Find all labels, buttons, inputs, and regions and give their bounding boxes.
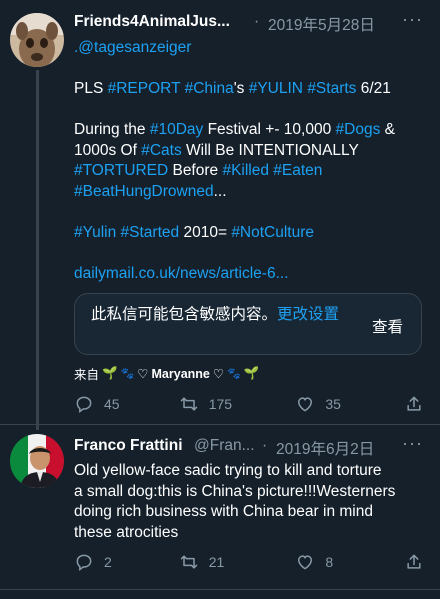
- reply-mention[interactable]: .@tagesanzeiger: [74, 38, 191, 59]
- via-line: 来自 🌱 🐾 ♡ Maryanne ♡ 🐾 🌱: [74, 364, 259, 383]
- tweet-text-segment: Will Be INTENTIONALLY: [181, 141, 359, 159]
- sensitive-notice-message: 此私信可能包含敏感内容。: [91, 306, 278, 323]
- heart-icon: [298, 555, 313, 570]
- sensitive-content-notice: 此私信可能包含敏感内容。更改设置 查看: [74, 293, 422, 355]
- avatar[interactable]: [10, 434, 64, 488]
- heart-circle-icon: ♡: [212, 367, 225, 381]
- sprout-icon: 🌱: [102, 366, 118, 380]
- tweet-divider: [0, 589, 440, 590]
- paw-icon: 🐾: [227, 368, 241, 380]
- reply-button[interactable]: 2: [74, 552, 179, 572]
- like-button[interactable]: 35: [295, 394, 404, 414]
- retweet-icon: [180, 397, 197, 411]
- author-display-name[interactable]: Franco Frattini: [74, 437, 183, 455]
- tweet-text-line: PLS #REPORT #China's #YULIN #Starts 6/21: [74, 79, 391, 100]
- author-display-name[interactable]: Friends4AnimalJus...: [74, 13, 230, 31]
- more-options-icon[interactable]: ···: [402, 433, 423, 454]
- tweet-text-line: #BeatHungDrowned...: [74, 182, 227, 203]
- hashtag-link[interactable]: #10Day: [150, 121, 203, 138]
- avatar-image: [10, 13, 64, 67]
- tweet-text-line: a small dog:this is China's picture!!!We…: [74, 482, 396, 500]
- tweet-text-line: #Yulin #Started 2010= #NotCulture: [74, 223, 314, 244]
- like-count: 8: [325, 554, 334, 570]
- hashtag-link[interactable]: #China: [185, 80, 234, 97]
- hashtag-link[interactable]: #Yulin: [74, 224, 116, 241]
- view-button[interactable]: 查看: [372, 315, 403, 337]
- hashtag-link[interactable]: #Eaten: [273, 162, 322, 179]
- tweet-text-segment: 6/21: [356, 80, 391, 97]
- retweet-count: 21: [208, 554, 225, 570]
- avatar[interactable]: [10, 13, 64, 67]
- tweet-actions: 45 175 35: [74, 394, 424, 414]
- heart-icon: [298, 397, 313, 412]
- retweet-button[interactable]: 21: [179, 552, 296, 572]
- separator-dot: ·: [254, 13, 260, 30]
- hashtag-link[interactable]: #Killed: [222, 162, 269, 179]
- tweet-text-segment: 's: [233, 80, 249, 97]
- tweet-date[interactable]: 2019年5月28日: [268, 13, 375, 35]
- share-icon: [407, 554, 421, 569]
- hashtag-link[interactable]: #Cats: [141, 142, 182, 159]
- share-button[interactable]: [404, 552, 424, 572]
- tweet-text-segment: 2010=: [179, 224, 232, 241]
- retweet-count: 175: [208, 396, 233, 412]
- author-handle[interactable]: @Fran...: [194, 437, 255, 455]
- avatar-image: [10, 434, 64, 488]
- reply-icon: [76, 396, 92, 413]
- hashtag-link[interactable]: #Started: [121, 224, 180, 241]
- share-icon: [407, 396, 421, 411]
- tweet-date[interactable]: 2019年6月2日: [276, 437, 374, 459]
- tweet-text-segment: PLS: [74, 80, 108, 97]
- reply-button[interactable]: 45: [74, 394, 179, 414]
- retweet-button[interactable]: 175: [179, 394, 296, 414]
- separator-dot: ·: [262, 437, 268, 454]
- heart-circle-icon: ♡: [137, 367, 149, 381]
- via-prefix: 来自: [74, 368, 100, 382]
- reply-icon: [76, 554, 92, 571]
- tweet-text-line: #TORTURED Before #Killed #Eaten: [74, 161, 322, 182]
- sensitive-notice-text: 此私信可能包含敏感内容。更改设置: [91, 304, 351, 325]
- like-count: 35: [325, 396, 341, 412]
- tweet-text-segment: ...: [213, 182, 227, 200]
- tweet-text-line: doing rich business with China bear in m…: [74, 503, 373, 520]
- reply-count: 45: [104, 396, 120, 412]
- tweet-text-segment: &: [380, 121, 395, 138]
- retweet-icon: [180, 555, 197, 569]
- hashtag-link[interactable]: #NotCulture: [231, 224, 314, 241]
- thread-connector-line: [36, 70, 39, 430]
- share-button[interactable]: [404, 394, 424, 414]
- tweet-text-line: these atrocities: [74, 523, 179, 541]
- sprout-icon: 🌱: [243, 366, 260, 380]
- hashtag-link[interactable]: #BeatHungDrowned: [74, 183, 214, 200]
- hashtag-link[interactable]: #TORTURED: [74, 162, 168, 179]
- tweet-text-segment: Before: [168, 162, 223, 179]
- reply-count: 2: [104, 554, 112, 570]
- tweet-divider: [0, 424, 440, 425]
- tweet-text-line: 1000s Of #Cats Will Be INTENTIONALLY: [74, 141, 359, 162]
- via-source-name[interactable]: Maryanne: [152, 367, 210, 381]
- tweet-text-segment: During the: [74, 121, 150, 138]
- hashtag-link[interactable]: #Dogs: [336, 121, 381, 138]
- article-link[interactable]: dailymail.co.uk/news/article-6...: [74, 264, 289, 285]
- change-settings-link[interactable]: 更改设置: [277, 306, 339, 323]
- hashtag-link[interactable]: #REPORT: [108, 80, 181, 97]
- like-button[interactable]: 8: [295, 552, 404, 572]
- tweet-text-segment: Festival +- 10,000: [203, 121, 336, 138]
- more-options-icon[interactable]: ···: [402, 9, 423, 30]
- tweet-text-line: Old yellow-face sadic trying to kill and…: [74, 462, 382, 479]
- hashtag-link[interactable]: #Starts: [307, 80, 356, 97]
- tweet-text-line: During the #10Day Festival +- 10,000 #Do…: [74, 120, 395, 141]
- paw-icon: 🐾: [120, 368, 135, 380]
- tweet-text-segment: 1000s Of: [74, 141, 142, 159]
- hashtag-link[interactable]: #YULIN: [249, 80, 303, 97]
- tweet-actions: 2 21 8: [74, 552, 424, 572]
